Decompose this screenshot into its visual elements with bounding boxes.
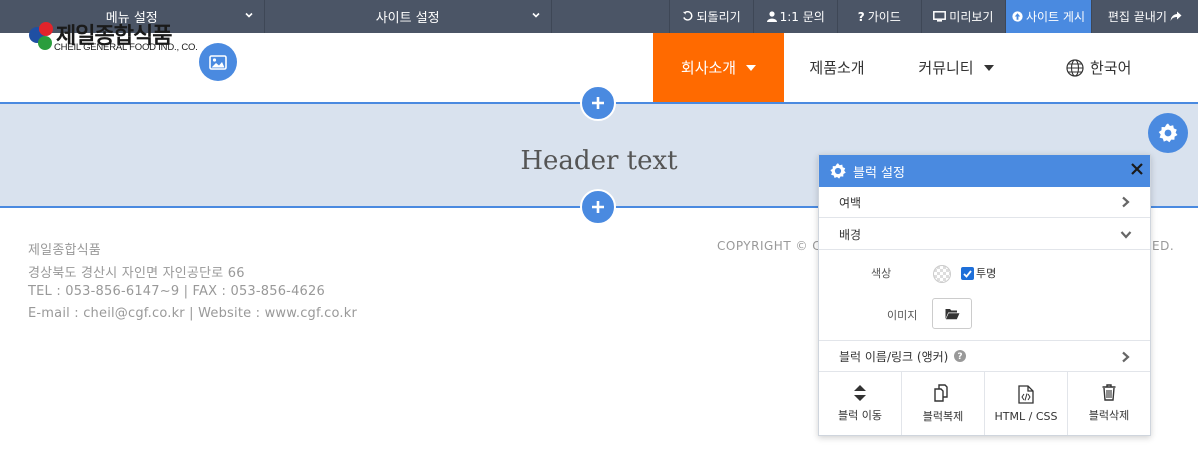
chevron-down-icon: [1120, 231, 1132, 239]
question-icon: ?: [857, 9, 865, 24]
globe-icon: [1066, 58, 1084, 77]
choose-image-button[interactable]: [932, 298, 972, 329]
user-icon: [766, 11, 777, 22]
html-css-button[interactable]: HTML / CSS: [985, 372, 1068, 435]
monitor-icon: [933, 11, 947, 22]
upload-circle-icon: [1012, 11, 1023, 22]
inquiry-label: 1:1 문의: [779, 10, 825, 24]
plus-icon: [592, 97, 604, 109]
block-settings-panel: 블럭 설정 여백 배경 색상 투명 이미지 블럭 이름/링크 (앵커) ? 블럭…: [818, 154, 1151, 436]
logo-name-en: CHEIL GENERAL FOOD IND., CO.: [54, 42, 198, 53]
share-arrow-icon: [1170, 11, 1182, 21]
nav-item-label: 제품소개: [809, 59, 865, 77]
svg-text:?: ?: [958, 352, 963, 362]
preview-label: 미리보기: [949, 10, 994, 24]
add-block-above-button[interactable]: [580, 85, 616, 121]
site-settings-label: 사이트 설정: [375, 11, 440, 26]
undo-button[interactable]: 되돌리기: [668, 0, 754, 33]
editor-root: 메뉴 설정 사이트 설정 되돌리기 1:1 문의 ? 가이드 미리보기 사이트 …: [0, 0, 1198, 470]
plus-icon: [592, 201, 604, 213]
color-swatch[interactable]: [933, 265, 951, 283]
html-css-label: HTML / CSS: [994, 409, 1058, 423]
footer-copyright: COPYRIGHT © C: [717, 239, 822, 253]
panel-title: 블럭 설정: [853, 165, 905, 181]
guide-button[interactable]: ? 가이드: [836, 0, 921, 33]
footer-copyright-tail: ED.: [1152, 239, 1175, 253]
footer-tel-fax: TEL : 053-856-6147~9 | FAX : 053-856-462…: [28, 284, 325, 299]
check-icon: [963, 269, 972, 278]
copy-icon: [934, 383, 948, 402]
language-selector[interactable]: 한국어: [1066, 33, 1131, 102]
help-icon: ?: [954, 350, 967, 362]
nav-item-label: 커뮤니티: [918, 59, 974, 77]
logo-mark-icon: [29, 22, 53, 50]
folder-open-icon: [945, 308, 959, 319]
language-label: 한국어: [1090, 59, 1132, 77]
change-logo-image-button[interactable]: [199, 43, 237, 81]
background-label: 배경: [839, 227, 862, 242]
add-block-below-button[interactable]: [580, 189, 616, 225]
anchor-label: 블럭 이름/링크 (앵커): [839, 349, 949, 364]
transparent-checkbox[interactable]: [961, 267, 974, 280]
anchor-row[interactable]: 블럭 이름/링크 (앵커) ?: [819, 340, 1150, 372]
background-row[interactable]: 배경: [819, 219, 1150, 250]
panel-header: 블럭 설정: [819, 155, 1150, 187]
publish-button[interactable]: 사이트 게시: [1005, 0, 1091, 33]
padding-row[interactable]: 여백: [819, 187, 1150, 218]
move-block-button[interactable]: 블럭 이동: [819, 372, 902, 435]
footer-company: 제일종합식품: [28, 243, 101, 258]
site-settings-dropdown[interactable]: 사이트 설정: [265, 0, 552, 33]
undo-icon: [683, 11, 693, 21]
inquiry-button[interactable]: 1:1 문의: [753, 0, 837, 33]
block-settings-button[interactable]: [1148, 113, 1188, 153]
finish-edit-label: 편집 끝내기: [1107, 10, 1167, 24]
nav-item-company[interactable]: 회사소개: [653, 33, 784, 102]
copy-block-button[interactable]: 블럭복제: [902, 372, 985, 435]
block-actions: 블럭 이동 블럭복제 HTML / CSS 블럭삭제: [819, 371, 1150, 435]
publish-label: 사이트 게시: [1025, 10, 1085, 24]
trash-icon: [1102, 384, 1116, 401]
close-icon[interactable]: [1130, 162, 1144, 176]
delete-block-label: 블럭삭제: [1088, 409, 1130, 422]
chevron-down-icon: [244, 12, 253, 18]
caret-down-icon: [746, 64, 757, 71]
chevron-right-icon: [1122, 196, 1130, 208]
chevron-right-icon: [1122, 351, 1130, 363]
padding-label: 여백: [839, 195, 862, 210]
finish-edit-button[interactable]: 편집 끝내기: [1090, 0, 1198, 33]
nav-item-community[interactable]: 커뮤니티: [893, 33, 1019, 102]
footer-address: 경상북도 경산시 자인면 자인공단로 66: [28, 266, 245, 281]
move-block-label: 블럭 이동: [838, 408, 882, 422]
preview-button[interactable]: 미리보기: [920, 0, 1006, 33]
nav-item-products[interactable]: 제품소개: [784, 33, 890, 102]
image-label: 이미지: [887, 309, 918, 322]
caret-down-icon: [983, 64, 994, 71]
gear-icon: [1158, 123, 1178, 143]
image-icon: [209, 54, 227, 70]
footer-email-web: E-mail : cheil@cgf.co.kr | Website : www…: [28, 306, 358, 321]
code-file-icon: [1018, 384, 1034, 404]
guide-label: 가이드: [867, 10, 901, 24]
chevron-down-icon: [532, 12, 540, 18]
nav-item-label: 회사소개: [680, 59, 737, 77]
site-logo[interactable]: 제일종합식품 CHEIL GENERAL FOOD IND., CO.: [28, 18, 218, 54]
sort-arrows-icon: [854, 384, 866, 401]
transparent-label: 투명: [976, 267, 997, 280]
undo-label: 되돌리기: [696, 10, 741, 24]
delete-block-button[interactable]: 블럭삭제: [1068, 372, 1150, 435]
copy-block-label: 블럭복제: [922, 409, 964, 423]
color-label: 색상: [871, 267, 892, 280]
gear-icon: [830, 163, 846, 179]
